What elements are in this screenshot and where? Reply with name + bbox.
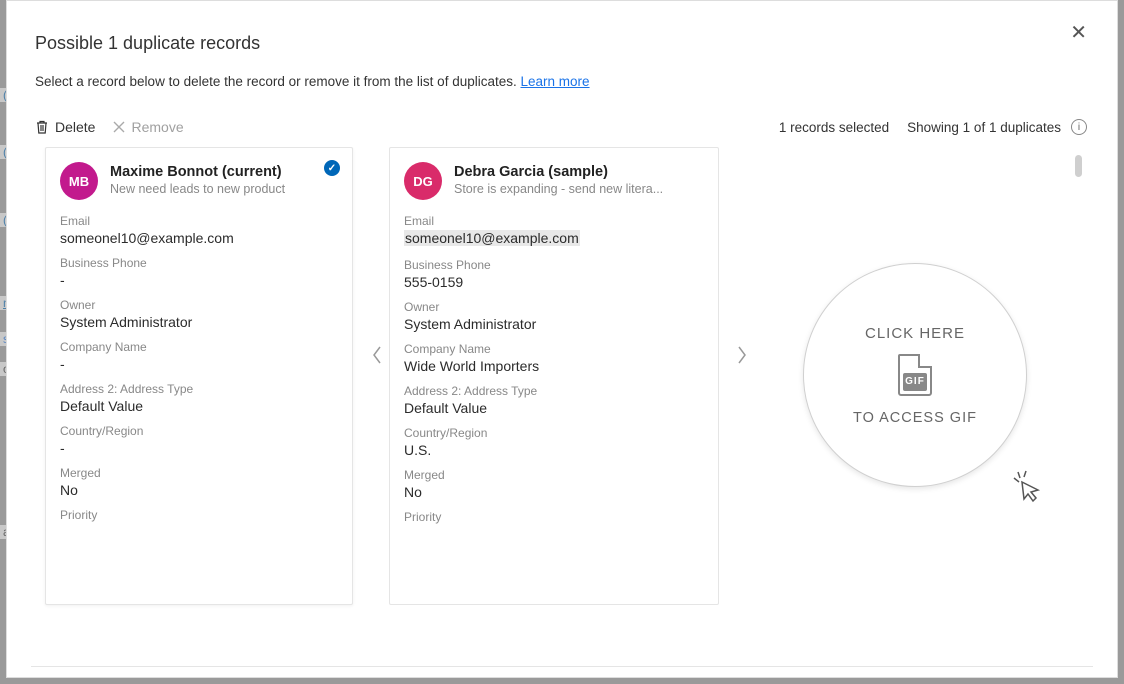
field-label: Email xyxy=(60,214,338,228)
card-header: MB Maxime Bonnot (current) New need lead… xyxy=(60,162,338,200)
gif-icon-label: GIF xyxy=(903,373,927,391)
field-owner: Owner System Administrator xyxy=(60,298,338,330)
avatar: DG xyxy=(404,162,442,200)
field-phone: Business Phone 555-0159 xyxy=(404,258,704,290)
delete-label: Delete xyxy=(55,119,95,135)
field-merged: Merged No xyxy=(60,466,338,498)
field-priority: Priority xyxy=(60,508,338,522)
card-subtitle: Store is expanding - send new litera... xyxy=(454,182,663,196)
field-label: Company Name xyxy=(60,340,338,354)
field-label: Owner xyxy=(60,298,338,312)
field-value: U.S. xyxy=(404,442,704,458)
showing-count: Showing 1 of 1 duplicates xyxy=(907,120,1061,135)
gif-file-icon: GIF xyxy=(898,354,932,396)
field-value: No xyxy=(60,482,338,498)
gif-access-badge[interactable]: CLICK HERE GIF TO ACCESS GIF xyxy=(803,263,1027,487)
scrollbar-thumb[interactable] xyxy=(1075,155,1082,177)
field-priority: Priority xyxy=(404,510,704,524)
field-label: Business Phone xyxy=(60,256,338,270)
field-addr2type: Address 2: Address Type Default Value xyxy=(60,382,338,414)
toolbar: Delete Remove 1 records selected Showing… xyxy=(31,115,1093,145)
card-title: Maxime Bonnot (current) xyxy=(110,164,285,180)
card-title: Debra Garcia (sample) xyxy=(454,164,663,180)
field-value: - xyxy=(60,440,338,456)
avatar: MB xyxy=(60,162,98,200)
field-owner: Owner System Administrator xyxy=(404,300,704,332)
remove-label: Remove xyxy=(131,119,183,135)
gif-badge-line1: CLICK HERE xyxy=(865,325,965,342)
cursor-click-icon xyxy=(1008,468,1048,508)
field-email: Email someonel10@example.com xyxy=(404,214,704,248)
field-addr2type: Address 2: Address Type Default Value xyxy=(404,384,704,416)
trash-icon xyxy=(35,119,49,135)
dialog-subtitle: Select a record below to delete the reco… xyxy=(35,74,1093,89)
field-country: Country/Region - xyxy=(60,424,338,456)
field-value: someonel10@example.com xyxy=(60,230,338,246)
cards-area: MB Maxime Bonnot (current) New need lead… xyxy=(31,147,1093,667)
field-value: - xyxy=(60,272,338,288)
field-label: Merged xyxy=(404,468,704,482)
remove-button[interactable]: Remove xyxy=(113,119,183,135)
field-label: Business Phone xyxy=(404,258,704,272)
info-icon[interactable]: i xyxy=(1071,119,1087,135)
field-label: Priority xyxy=(404,510,704,524)
field-label: Address 2: Address Type xyxy=(404,384,704,398)
field-value: System Administrator xyxy=(404,316,704,332)
field-merged: Merged No xyxy=(404,468,704,500)
field-label: Country/Region xyxy=(404,426,704,440)
field-label: Owner xyxy=(404,300,704,314)
record-card-duplicate[interactable]: DG Debra Garcia (sample) Store is expand… xyxy=(389,147,719,605)
prev-card-button[interactable] xyxy=(363,341,391,369)
card-subtitle: New need leads to new product xyxy=(110,182,285,196)
gif-badge-line2: TO ACCESS GIF xyxy=(853,410,977,426)
field-label: Address 2: Address Type xyxy=(60,382,338,396)
field-value: 555-0159 xyxy=(404,274,704,290)
card-header: DG Debra Garcia (sample) Store is expand… xyxy=(404,162,704,200)
dialog-title: Possible 1 duplicate records xyxy=(35,33,1093,54)
field-label: Company Name xyxy=(404,342,704,356)
field-country: Country/Region U.S. xyxy=(404,426,704,458)
next-card-button[interactable] xyxy=(728,341,756,369)
field-value: Default Value xyxy=(60,398,338,414)
field-label: Merged xyxy=(60,466,338,480)
field-company: Company Name - xyxy=(60,340,338,372)
record-card-current[interactable]: MB Maxime Bonnot (current) New need lead… xyxy=(45,147,353,605)
field-value: - xyxy=(60,356,338,372)
field-label: Country/Region xyxy=(60,424,338,438)
duplicate-records-dialog: ✕ Possible 1 duplicate records Select a … xyxy=(6,0,1118,678)
field-phone: Business Phone - xyxy=(60,256,338,288)
field-company: Company Name Wide World Importers xyxy=(404,342,704,374)
field-label: Email xyxy=(404,214,704,228)
field-value: someonel10@example.com xyxy=(404,230,580,246)
field-value: Default Value xyxy=(404,400,704,416)
delete-button[interactable]: Delete xyxy=(35,119,95,135)
selected-count: 1 records selected xyxy=(779,120,889,135)
selected-check-icon xyxy=(324,160,340,176)
field-value: Wide World Importers xyxy=(404,358,704,374)
learn-more-link[interactable]: Learn more xyxy=(521,74,590,89)
field-value: System Administrator xyxy=(60,314,338,330)
subtitle-text: Select a record below to delete the reco… xyxy=(35,74,521,89)
field-email: Email someonel10@example.com xyxy=(60,214,338,246)
field-label: Priority xyxy=(60,508,338,522)
x-icon xyxy=(113,121,125,133)
close-button[interactable]: ✕ xyxy=(1070,23,1087,43)
field-value: No xyxy=(404,484,704,500)
